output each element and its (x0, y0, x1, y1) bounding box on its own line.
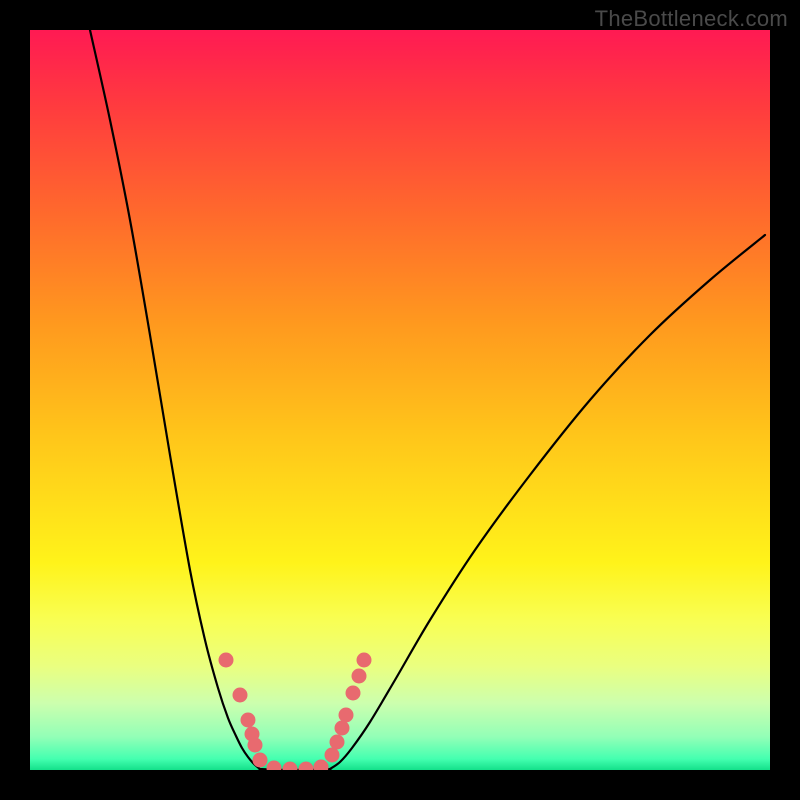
valley-marker (325, 748, 340, 763)
valley-marker (339, 708, 354, 723)
valley-marker (248, 738, 263, 753)
gradient-background (30, 30, 770, 770)
valley-marker (241, 713, 256, 728)
valley-marker (357, 653, 372, 668)
bottleneck-chart (30, 30, 770, 770)
valley-marker (352, 669, 367, 684)
valley-marker (346, 686, 361, 701)
valley-marker (219, 653, 234, 668)
valley-marker (253, 753, 268, 768)
valley-marker (330, 735, 345, 750)
valley-marker (335, 721, 350, 736)
plot-area (30, 30, 770, 770)
watermark-text: TheBottleneck.com (595, 6, 788, 32)
valley-marker (233, 688, 248, 703)
chart-frame: TheBottleneck.com (0, 0, 800, 800)
